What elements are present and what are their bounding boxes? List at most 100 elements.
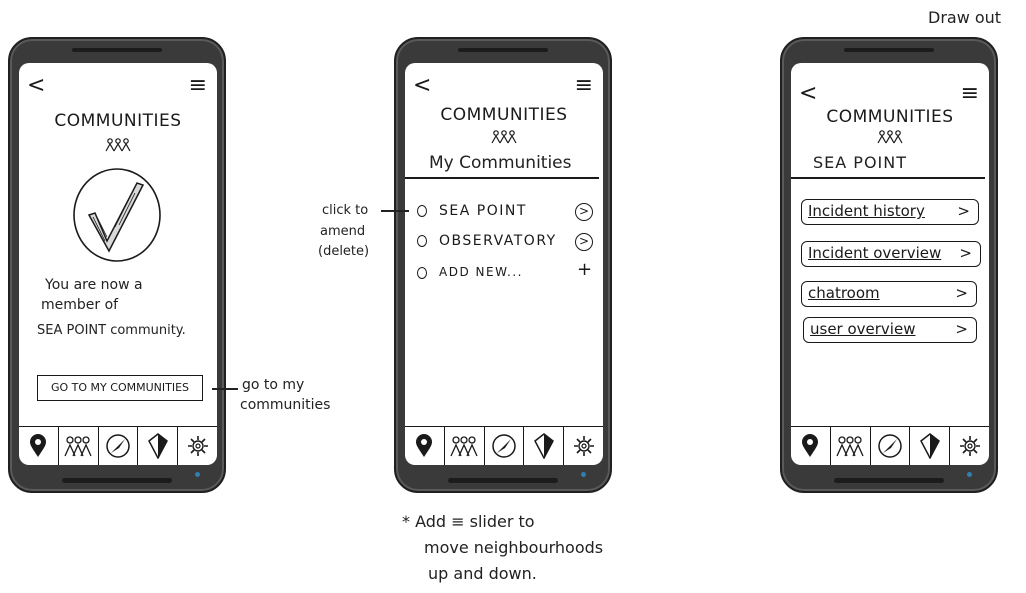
page-title: COMMUNITIES: [826, 107, 954, 127]
list-item[interactable]: OBSERVATORY: [417, 233, 557, 249]
tab-settings[interactable]: [564, 427, 603, 465]
tab-settings[interactable]: [178, 427, 217, 465]
screen-1: < ≡ COMMUNITIES You are now a member of …: [19, 63, 217, 465]
success-check-icon: [71, 167, 163, 267]
list-item[interactable]: ADD NEW...: [417, 265, 523, 279]
annotation-arrow-line: [381, 210, 409, 212]
back-chevron-icon[interactable]: <: [413, 75, 431, 97]
go-to-my-communities-annotation-line1: go to my: [242, 377, 305, 393]
gear-icon: [187, 436, 208, 456]
community-label: OBSERVATORY: [439, 233, 557, 249]
chevron-right-icon[interactable]: >: [575, 203, 593, 221]
page-title: COMMUNITIES: [54, 111, 182, 131]
phone-frame-2: < ≡ COMMUNITIES My Communities SEA POINT…: [394, 37, 612, 493]
status-led: [967, 472, 972, 477]
people-icon: [64, 436, 92, 457]
map-pin-icon: [416, 434, 433, 457]
status-led: [581, 472, 586, 477]
incident-overview-button[interactable]: Incident overview >: [801, 241, 981, 267]
shield-icon: [147, 433, 168, 459]
people-icon: [450, 436, 478, 457]
community-name-subtitle: SEA POINT: [813, 153, 907, 172]
user-overview-label: user overview: [810, 320, 916, 338]
people-icon: [405, 129, 603, 148]
hamburger-menu-icon[interactable]: ≡: [961, 83, 979, 105]
screen-2: < ≡ COMMUNITIES My Communities SEA POINT…: [405, 63, 603, 465]
click-to-amend-annotation-line3: (delete): [318, 244, 370, 259]
page-title: COMMUNITIES: [440, 105, 568, 125]
go-to-my-communities-label: GO TO MY COMMUNITIES: [51, 381, 189, 394]
tab-communities[interactable]: [445, 427, 485, 465]
bottom-tab-bar: [405, 426, 603, 465]
incident-history-label: Incident history: [808, 202, 925, 220]
tab-map[interactable]: [19, 427, 59, 465]
tab-compass[interactable]: [99, 427, 139, 465]
chevron-right-icon: >: [959, 244, 972, 262]
phone-bottom-bar: [62, 478, 172, 483]
click-to-amend-annotation-line1: click to: [322, 203, 369, 218]
radio-button[interactable]: [417, 266, 427, 279]
list-item[interactable]: SEA POINT: [417, 203, 527, 219]
user-overview-button[interactable]: user overview >: [803, 317, 977, 343]
section-subtitle: My Communities: [429, 153, 572, 173]
tab-map[interactable]: [791, 427, 831, 465]
tab-communities[interactable]: [831, 427, 871, 465]
status-led: [195, 472, 200, 477]
speaker-grille: [72, 48, 162, 52]
compass-icon: [878, 434, 902, 458]
add-new-label: ADD NEW...: [439, 265, 523, 279]
chevron-right-icon[interactable]: >: [575, 233, 593, 251]
annotation-arrow-line: [212, 388, 238, 390]
slider-footnote-line3: up and down.: [428, 564, 537, 583]
click-to-amend-annotation-line2: amend: [320, 224, 366, 239]
chevron-right-icon: >: [955, 320, 968, 338]
compass-icon: [492, 434, 516, 458]
hamburger-menu-icon[interactable]: ≡: [189, 75, 207, 97]
tab-settings[interactable]: [950, 427, 989, 465]
incident-history-button[interactable]: Incident history >: [801, 199, 979, 225]
bottom-tab-bar: [19, 426, 217, 465]
tab-shield[interactable]: [138, 427, 179, 465]
tab-shield[interactable]: [524, 427, 565, 465]
slider-footnote-line2: move neighbourhoods: [424, 538, 604, 557]
membership-message-line1: You are now a: [45, 277, 143, 293]
radio-button[interactable]: [417, 205, 427, 217]
section-divider: [791, 177, 985, 179]
people-icon: [836, 436, 864, 457]
slider-footnote-line1: * Add ≡ slider to: [402, 512, 535, 531]
plus-icon[interactable]: +: [577, 259, 592, 280]
section-divider: [405, 177, 599, 179]
membership-message-line2: member of: [41, 297, 119, 313]
back-chevron-icon[interactable]: <: [27, 75, 45, 97]
compass-icon: [106, 434, 130, 458]
draw-out-note: Draw out: [928, 8, 1002, 27]
bottom-tab-bar: [791, 426, 989, 465]
phone-bottom-bar: [448, 478, 558, 483]
radio-button[interactable]: [417, 235, 427, 247]
hamburger-menu-icon[interactable]: ≡: [575, 75, 593, 97]
go-to-my-communities-button[interactable]: GO TO MY COMMUNITIES: [37, 375, 203, 401]
back-chevron-icon[interactable]: <: [799, 83, 817, 105]
chevron-right-icon: >: [957, 202, 970, 220]
community-label: SEA POINT: [439, 203, 527, 219]
membership-message-line3: SEA POINT community.: [37, 323, 186, 338]
screen-3: < ≡ COMMUNITIES SEA POINT Incident histo…: [791, 63, 989, 465]
speaker-grille: [458, 48, 548, 52]
chatroom-label: chatroom: [808, 284, 880, 302]
gear-icon: [959, 436, 980, 456]
shield-icon: [919, 433, 940, 459]
shield-icon: [533, 433, 554, 459]
chatroom-button[interactable]: chatroom >: [801, 281, 977, 307]
tab-compass[interactable]: [485, 427, 525, 465]
speaker-grille: [844, 48, 934, 52]
people-icon: [791, 129, 989, 148]
go-to-my-communities-annotation-line2: communities: [240, 397, 331, 413]
tab-map[interactable]: [405, 427, 445, 465]
tab-communities[interactable]: [59, 427, 99, 465]
phone-frame-3: < ≡ COMMUNITIES SEA POINT Incident histo…: [780, 37, 998, 493]
map-pin-icon: [30, 434, 47, 457]
map-pin-icon: [802, 434, 819, 457]
tab-shield[interactable]: [910, 427, 951, 465]
tab-compass[interactable]: [871, 427, 911, 465]
gear-icon: [573, 436, 594, 456]
